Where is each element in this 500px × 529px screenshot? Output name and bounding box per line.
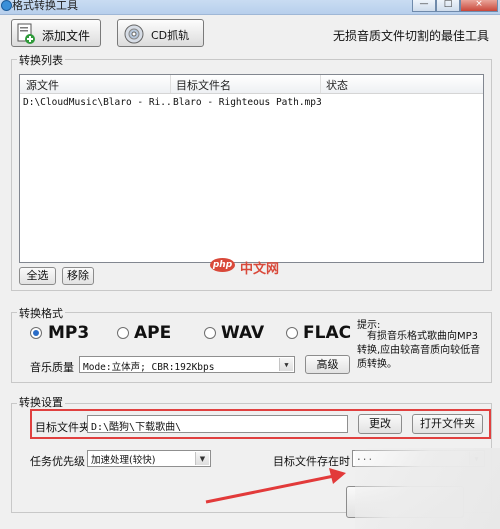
radio-mp3[interactable] xyxy=(30,327,42,339)
convert-list-label: 转换列表 xyxy=(17,52,65,68)
target-folder-label: 目标文件夹 xyxy=(35,421,90,434)
cd-rip-label: CD抓轨 xyxy=(151,29,190,42)
cd-icon xyxy=(124,24,144,44)
add-file-label: 添加文件 xyxy=(42,29,91,43)
mp3-label[interactable]: MP3 xyxy=(48,323,89,343)
source-file-cell: D:\CloudMusic\Blaro - Ri.. xyxy=(23,97,172,108)
close-button[interactable]: × xyxy=(460,0,498,12)
blur-overlay xyxy=(355,448,500,529)
priority-select[interactable]: 加速处理(较快) ▼ xyxy=(87,450,211,467)
slogan: 无损音质文件切割的最佳工具 xyxy=(333,29,490,43)
app-icon xyxy=(1,0,12,11)
quality-select[interactable]: Mode:立体声; CBR:192Kbps ▼ xyxy=(79,356,295,373)
add-file-icon xyxy=(17,23,35,44)
add-file-button[interactable]: 添加文件 xyxy=(11,19,101,47)
maximize-button[interactable]: □ xyxy=(436,0,460,12)
radio-ape[interactable] xyxy=(117,327,129,339)
radio-flac[interactable] xyxy=(286,327,298,339)
priority-label: 任务优先级 xyxy=(30,455,85,468)
watermark-text: 中文网 xyxy=(240,262,280,277)
column-source[interactable]: 源文件 xyxy=(26,77,59,93)
arrow-icon xyxy=(205,468,346,504)
quality-label: 音乐质量 xyxy=(30,361,74,374)
cd-rip-button[interactable]: CD抓轨 xyxy=(117,19,204,47)
flac-label[interactable]: FLAC xyxy=(303,323,351,343)
target-folder-input[interactable]: D:\酷狗\下载歌曲\ xyxy=(87,415,348,433)
tip-title: 提示: xyxy=(357,320,381,331)
target-folder-value: D:\酷狗\下载歌曲\ xyxy=(91,422,182,433)
chevron-down-icon: ▼ xyxy=(279,358,293,371)
priority-value: 加速处理(较快) xyxy=(91,455,156,466)
settings-label: 转换设置 xyxy=(17,394,65,410)
table-row[interactable]: D:\CloudMusic\Blaro - Ri.. Blaro - Right… xyxy=(20,96,483,110)
advanced-button[interactable]: 高级 xyxy=(305,355,350,374)
wav-label[interactable]: WAV xyxy=(221,323,264,343)
change-button[interactable]: 更改 xyxy=(358,414,402,434)
quality-value: Mode:立体声; CBR:192Kbps xyxy=(83,362,215,373)
radio-wav[interactable] xyxy=(204,327,216,339)
php-logo: php xyxy=(210,258,235,272)
column-divider[interactable] xyxy=(320,75,321,93)
ape-label[interactable]: APE xyxy=(134,323,171,343)
file-list[interactable]: 源文件 目标文件名 状态 D:\CloudMusic\Blaro - Ri.. … xyxy=(19,74,484,263)
column-divider[interactable] xyxy=(170,75,171,93)
window-title: 格式转换工具 xyxy=(12,0,78,12)
column-target[interactable]: 目标文件名 xyxy=(176,77,231,93)
column-status[interactable]: 状态 xyxy=(326,77,348,93)
target-file-cell: Blaro - Righteous Path.mp3 xyxy=(173,97,322,108)
title-bar[interactable]: 格式转换工具 — □ × xyxy=(0,0,500,15)
open-folder-button[interactable]: 打开文件夹 xyxy=(412,414,483,434)
format-label: 转换格式 xyxy=(17,305,65,321)
tip-text: 有损音乐格式歌曲向MP3转换,应由较高音质向较低音质转换。 xyxy=(357,331,481,370)
select-all-button[interactable]: 全选 xyxy=(19,267,56,285)
remove-button[interactable]: 移除 xyxy=(62,267,94,285)
minimize-button[interactable]: — xyxy=(412,0,436,12)
file-list-header: 源文件 目标文件名 状态 xyxy=(20,75,483,94)
